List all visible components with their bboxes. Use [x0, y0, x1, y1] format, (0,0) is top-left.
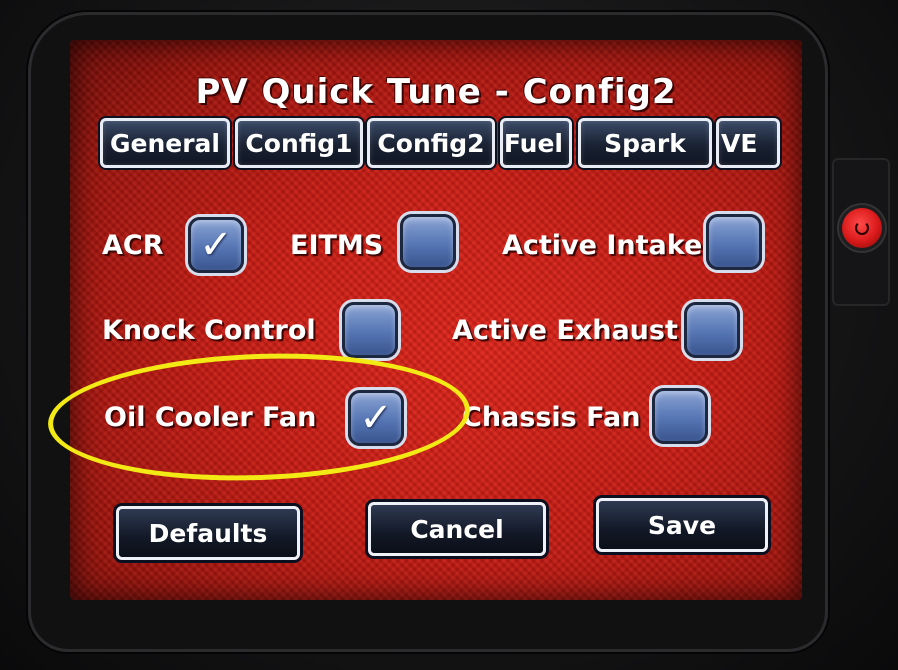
defaults-button[interactable]: Defaults	[116, 506, 300, 560]
active-exhaust-label: Active Exhaust	[452, 315, 678, 346]
active-exhaust-checkbox[interactable]	[684, 302, 740, 358]
checkmark-icon: ✓	[199, 222, 233, 268]
chassis-fan-label: Chassis Fan	[462, 402, 641, 433]
active-intake-label: Active Intake	[502, 230, 703, 261]
eitms-label: EITMS	[290, 230, 384, 261]
tab-config1[interactable]: Config1	[235, 118, 363, 168]
eitms-checkbox[interactable]	[400, 214, 456, 270]
screen-title: PV Quick Tune - Config2	[195, 72, 677, 112]
knock-control-checkbox[interactable]	[342, 302, 398, 358]
checkmark-icon: ✓	[359, 395, 393, 441]
knock-control-label: Knock Control	[102, 315, 316, 346]
tab-fuel[interactable]: Fuel	[500, 118, 572, 168]
tab-config2[interactable]: Config2	[367, 118, 495, 168]
save-button[interactable]: Save	[596, 498, 768, 552]
oil-cooler-fan-label: Oil Cooler Fan	[104, 402, 317, 433]
acr-label: ACR	[102, 230, 164, 261]
tab-spark[interactable]: Spark	[578, 118, 712, 168]
tab-ve[interactable]: VE	[716, 118, 780, 168]
chassis-fan-checkbox[interactable]	[652, 388, 708, 444]
touch-screen: PV Quick Tune - Config2 General Config1 …	[70, 40, 802, 600]
acr-checkbox[interactable]: ✓	[188, 217, 244, 273]
cancel-button[interactable]: Cancel	[368, 502, 546, 556]
power-button[interactable]	[842, 208, 882, 248]
active-intake-checkbox[interactable]	[706, 214, 762, 270]
tab-general[interactable]: General	[100, 118, 230, 168]
oil-cooler-fan-checkbox[interactable]: ✓	[348, 390, 404, 446]
